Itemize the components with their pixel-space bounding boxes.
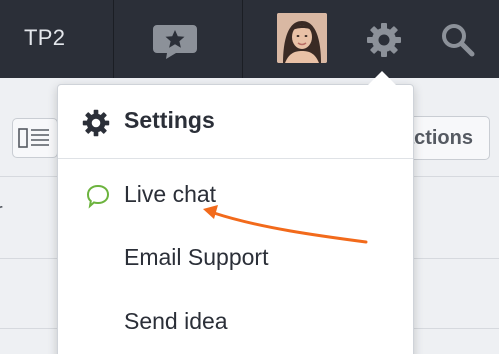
settings-dropdown: Settings Live chat Email Support Send id… <box>57 71 414 354</box>
avatar[interactable] <box>277 13 327 63</box>
gear-icon <box>82 109 110 137</box>
workspace-label[interactable]: TP2 <box>24 25 65 51</box>
actions-button[interactable]: actions <box>402 116 490 160</box>
menu-item-live-chat[interactable]: Live chat <box>58 165 413 225</box>
search-icon[interactable] <box>440 22 476 58</box>
menu-item-email-support[interactable]: Email Support <box>58 228 413 288</box>
dropdown-caret <box>368 71 396 85</box>
menu-item-send-idea[interactable]: Send idea <box>58 292 413 352</box>
dropdown-header: Settings <box>58 85 413 159</box>
topbar-divider <box>113 0 114 78</box>
chat-star-icon[interactable] <box>152 22 198 60</box>
list-view-icon <box>18 128 49 148</box>
list-view-button[interactable] <box>12 118 58 158</box>
dropdown-title: Settings <box>124 107 215 133</box>
gear-icon[interactable] <box>366 22 402 58</box>
top-navigation-bar: TP2 <box>0 0 499 78</box>
chat-bubble-icon <box>86 184 110 209</box>
menu-item-label: Send idea <box>124 308 228 334</box>
row-text-fragment: r <box>0 200 3 223</box>
topbar-divider <box>242 0 243 78</box>
menu-item-label: Live chat <box>124 181 217 207</box>
menu-item-label: Email Support <box>124 244 269 270</box>
